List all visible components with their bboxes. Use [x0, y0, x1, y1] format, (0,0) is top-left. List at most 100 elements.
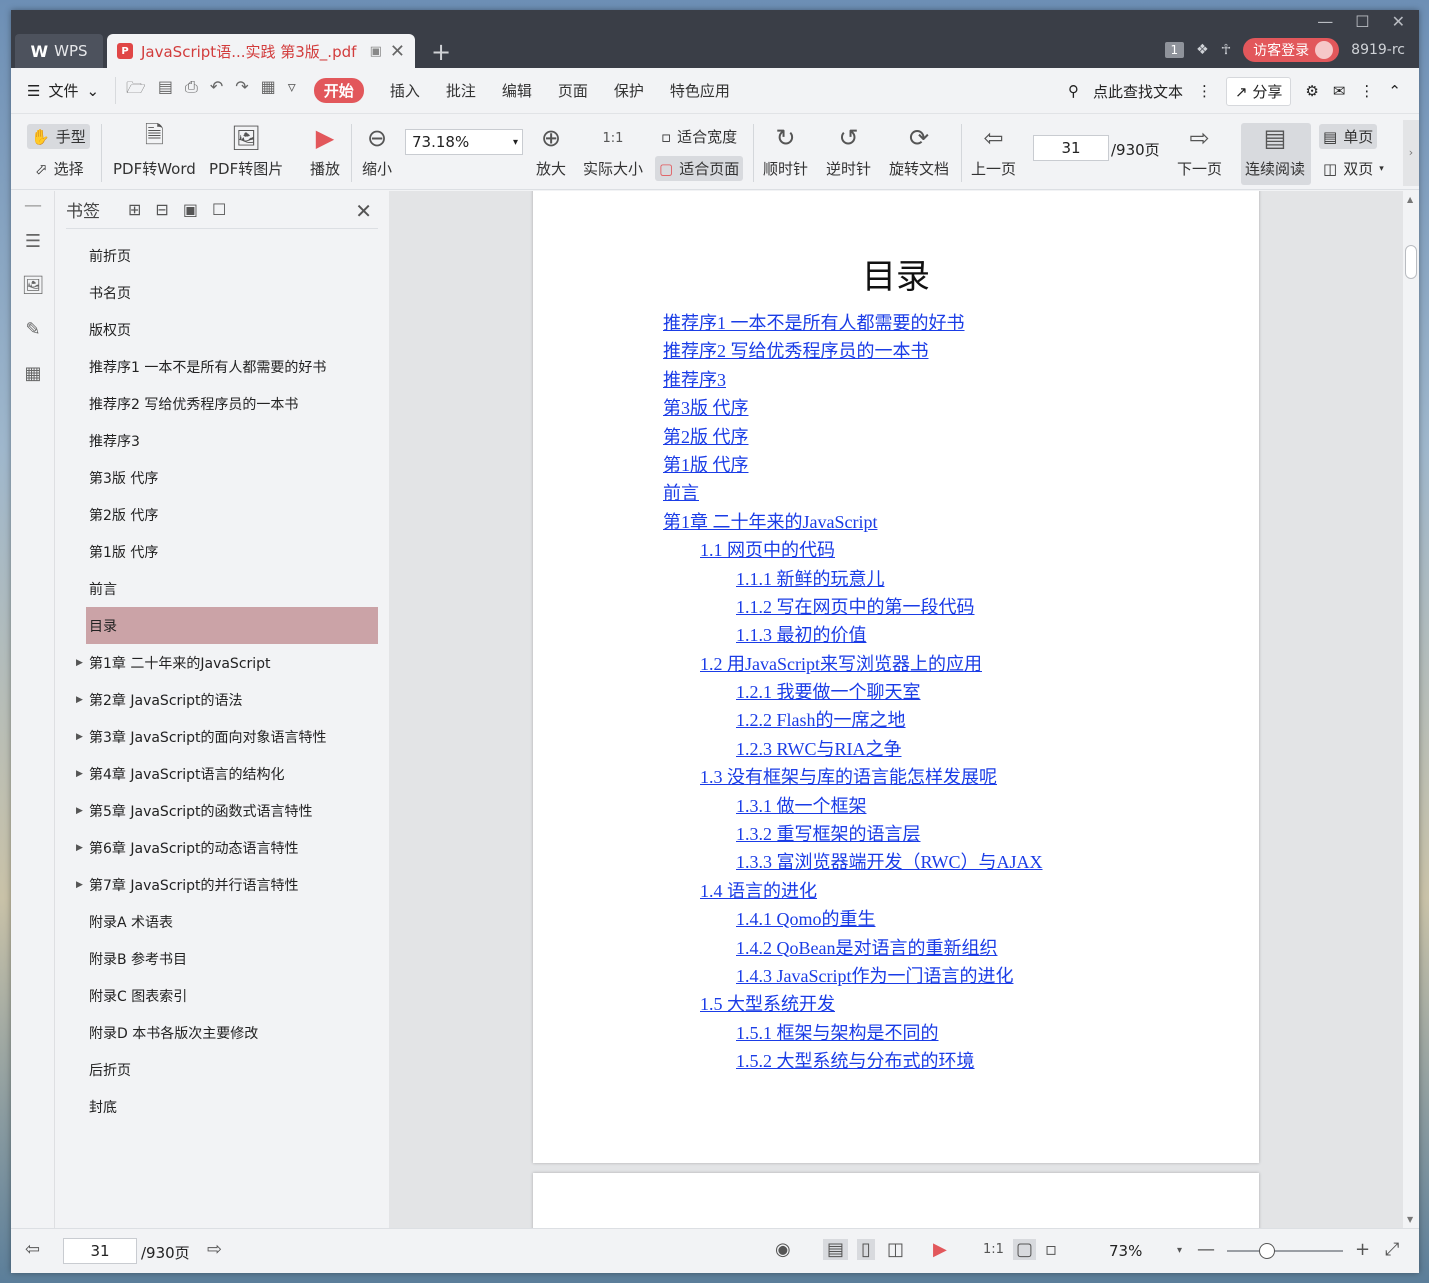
- zoom-slider-knob[interactable]: [1259, 1243, 1275, 1259]
- search-icon[interactable]: ⚲: [1068, 82, 1079, 100]
- wps-home-tab[interactable]: W WPS: [15, 34, 103, 68]
- file-menu[interactable]: ☰ 文件 ⌄: [27, 80, 99, 101]
- toc-link[interactable]: 1.4.3 JavaScript作为一门语言的进化: [663, 962, 1043, 990]
- toc-link[interactable]: 1.3.3 富浏览器端开发（RWC）与AJAX: [663, 848, 1043, 876]
- scroll-up-icon[interactable]: ▲: [1407, 195, 1413, 204]
- toc-link[interactable]: 1.2.2 Flash的一席之地: [663, 706, 1043, 734]
- bookmark-item[interactable]: ▶ 第5章 JavaScript的函数式语言特性: [66, 792, 378, 829]
- bookmark-item[interactable]: 第1版 代序: [66, 533, 378, 570]
- bookmark-item[interactable]: 书名页: [66, 274, 378, 311]
- toc-link[interactable]: 1.1.3 最初的价值: [663, 621, 1043, 649]
- toc-link[interactable]: 第3版 代序: [663, 394, 1043, 422]
- expand-arrow-icon[interactable]: ▶: [76, 806, 83, 816]
- toc-link[interactable]: 1.4.2 QoBean是对语言的重新组织: [663, 934, 1043, 962]
- status-page-input[interactable]: 31: [63, 1238, 137, 1264]
- more-vertical-icon[interactable]: ⋮: [1197, 82, 1212, 100]
- toc-link[interactable]: 推荐序1 一本不是所有人都需要的好书: [663, 309, 1043, 337]
- page-number-input[interactable]: 31: [1033, 135, 1109, 161]
- toc-link[interactable]: 1.3.2 重写框架的语言层: [663, 820, 1043, 848]
- collapse-ribbon-icon[interactable]: ⌃: [1388, 82, 1401, 100]
- menu-tab-edit[interactable]: 编辑: [502, 80, 532, 101]
- rotate-clockwise-button[interactable]: ↻ 顺时针: [763, 122, 808, 179]
- previous-page-button[interactable]: ⇦ 上一页: [971, 122, 1016, 179]
- close-window-icon[interactable]: ✕: [1392, 12, 1405, 31]
- collapse-all-icon[interactable]: ⊟: [155, 200, 168, 219]
- fit-width-status-icon[interactable]: ▫: [1045, 1239, 1057, 1260]
- minimize-icon[interactable]: —: [1317, 12, 1333, 31]
- login-button[interactable]: 访客登录: [1243, 38, 1340, 62]
- annotation-panel-icon[interactable]: ✎: [11, 307, 55, 351]
- expand-arrow-icon[interactable]: ▶: [76, 769, 83, 779]
- thumbnail-panel-icon[interactable]: 🖼: [11, 263, 55, 307]
- bookmark-item[interactable]: 目录: [86, 607, 378, 644]
- bookmark-item[interactable]: 附录D 本书各版次主要修改: [66, 1014, 378, 1051]
- document-view[interactable]: 目录 推荐序1 一本不是所有人都需要的好书 推荐序2 写给优秀程序员的一本书 推荐序…: [389, 191, 1404, 1228]
- bookmark-item[interactable]: 版权页: [66, 311, 378, 348]
- zoom-minus-icon[interactable]: —: [1197, 1239, 1215, 1260]
- fit-page-button[interactable]: ▢ 适合页面: [655, 156, 744, 181]
- shirt-icon[interactable]: ☥: [1221, 42, 1231, 58]
- zoom-plus-icon[interactable]: +: [1355, 1239, 1370, 1260]
- close-tab-icon[interactable]: ✕: [390, 41, 405, 62]
- actual-size-status-icon[interactable]: 1:1: [983, 1242, 1004, 1257]
- play-slideshow-icon[interactable]: ▶: [933, 1239, 947, 1260]
- window-count-badge[interactable]: 1: [1164, 42, 1185, 58]
- gear-icon[interactable]: ⚙: [1305, 82, 1318, 100]
- find-text-button[interactable]: 点此查找文本: [1093, 81, 1183, 102]
- redo-icon[interactable]: ↷: [235, 77, 248, 104]
- menu-tab-page[interactable]: 页面: [558, 80, 588, 101]
- next-page-button[interactable]: ⇨ 下一页: [1177, 122, 1222, 179]
- toc-link[interactable]: 推荐序2 写给优秀程序员的一本书: [663, 337, 1043, 365]
- bookmark-item[interactable]: 前折页: [66, 237, 378, 274]
- prev-page-arrow-icon[interactable]: ⇦: [25, 1239, 40, 1260]
- zoom-select[interactable]: 73.18% ▾: [405, 129, 523, 155]
- toc-link[interactable]: 1.2.1 我要做一个聊天室: [663, 678, 1043, 706]
- document-tab[interactable]: P JavaScript语...实践 第3版_.pdf ▣ ✕: [107, 34, 415, 68]
- bookmark-item[interactable]: ▶ 第1章 二十年来的JavaScript: [66, 644, 378, 681]
- expand-arrow-icon[interactable]: ▶: [76, 880, 83, 890]
- add-bookmark-icon[interactable]: ▣: [183, 200, 198, 219]
- eye-protection-icon[interactable]: ◉: [775, 1239, 791, 1260]
- bookmark-item[interactable]: 后折页: [66, 1051, 378, 1088]
- toc-link[interactable]: 第1章 二十年来的JavaScript: [663, 508, 1043, 536]
- play-button[interactable]: ▶ 播放: [309, 122, 341, 179]
- toc-link[interactable]: 1.3 没有框架与库的语言能怎样发展呢: [663, 763, 1043, 791]
- bookmark-item[interactable]: 第3版 代序: [66, 459, 378, 496]
- bookmark-item[interactable]: 推荐序3: [66, 422, 378, 459]
- fullscreen-icon[interactable]: ⤢: [1385, 1239, 1399, 1260]
- bookmark-item[interactable]: ▶ 第4章 JavaScript语言的结构化: [66, 755, 378, 792]
- bookmark-item[interactable]: 附录C 图表索引: [66, 977, 378, 1014]
- zoom-dropdown-icon[interactable]: ▾: [1177, 1245, 1182, 1256]
- convert-panel-icon[interactable]: ▦: [11, 351, 55, 395]
- menu-tab-features[interactable]: 特色应用: [670, 80, 730, 101]
- share-button[interactable]: ↗ 分享: [1226, 76, 1292, 106]
- pdf-to-word-button[interactable]: 🗎 PDF转Word: [113, 121, 196, 179]
- toc-link[interactable]: 1.2 用JavaScript来写浏览器上的应用: [663, 650, 1043, 678]
- bookmark-item[interactable]: 附录A 术语表: [66, 903, 378, 940]
- comment-icon[interactable]: ✉: [1333, 82, 1346, 100]
- save-icon[interactable]: ▤: [158, 77, 173, 104]
- maximize-icon[interactable]: ☐: [1355, 12, 1369, 31]
- scrollbar-thumb[interactable]: [1405, 245, 1417, 279]
- open-folder-icon[interactable]: 🗁: [126, 77, 146, 104]
- bookmark-item[interactable]: 前言: [66, 570, 378, 607]
- bookmark-item[interactable]: 推荐序1 一本不是所有人都需要的好书: [66, 348, 378, 385]
- toc-link[interactable]: 前言: [663, 479, 1043, 507]
- bookmark-item[interactable]: ▶ 第7章 JavaScript的并行语言特性: [66, 866, 378, 903]
- more-options-icon[interactable]: ⋮: [1359, 82, 1374, 100]
- toc-link[interactable]: 1.1.2 写在网页中的第一段代码: [663, 593, 1043, 621]
- toc-link[interactable]: 推荐序3: [663, 366, 1043, 394]
- toc-link[interactable]: 1.1.1 新鲜的玩意儿: [663, 565, 1043, 593]
- vertical-scrollbar[interactable]: ▲ ▼: [1403, 191, 1419, 1228]
- fit-width-button[interactable]: ▫ 适合宽度: [657, 124, 741, 149]
- bookmark-panel-icon[interactable]: ☰: [11, 219, 55, 263]
- pdf-to-image-button[interactable]: 🖼 PDF转图片: [209, 122, 283, 179]
- next-page-arrow-icon[interactable]: ⇨: [207, 1239, 222, 1260]
- toc-link[interactable]: 1.4.1 Qomo的重生: [663, 905, 1043, 933]
- toc-link[interactable]: 1.4 语言的进化: [663, 877, 1043, 905]
- bookmark-item[interactable]: ▶ 第2章 JavaScript的语法: [66, 681, 378, 718]
- actual-size-button[interactable]: 1:1 实际大小: [583, 122, 643, 179]
- menu-tab-insert[interactable]: 插入: [390, 80, 420, 101]
- close-panel-icon[interactable]: ✕: [355, 199, 372, 223]
- new-tab-button[interactable]: +: [431, 38, 451, 66]
